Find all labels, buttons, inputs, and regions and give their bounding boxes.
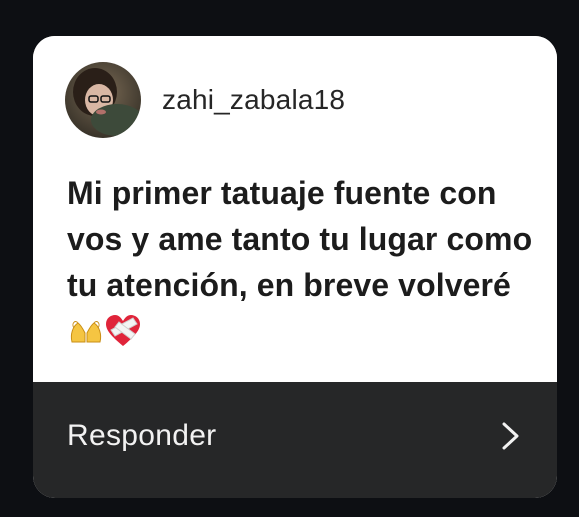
username[interactable]: zahi_zabala18 xyxy=(162,84,345,116)
user-row: zahi_zabala18 xyxy=(65,62,345,138)
chevron-right-icon xyxy=(502,422,519,450)
reply-label: Responder xyxy=(67,419,217,452)
card-content: zahi_zabala18 Mi primer tatuaje fuente c… xyxy=(33,36,557,382)
hands-heart-emoji-icon xyxy=(69,314,103,360)
story-screen: zahi_zabala18 Mi primer tatuaje fuente c… xyxy=(0,0,579,517)
mending-heart-emoji-icon xyxy=(105,314,141,360)
reply-button[interactable]: Responder xyxy=(33,382,557,498)
story-reply-card: zahi_zabala18 Mi primer tatuaje fuente c… xyxy=(33,36,557,498)
avatar[interactable] xyxy=(65,62,141,138)
message-text: Mi primer tatuaje fuente con vos y ame t… xyxy=(67,170,537,360)
message-body: Mi primer tatuaje fuente con vos y ame t… xyxy=(67,175,533,303)
avatar-photo xyxy=(65,62,141,138)
